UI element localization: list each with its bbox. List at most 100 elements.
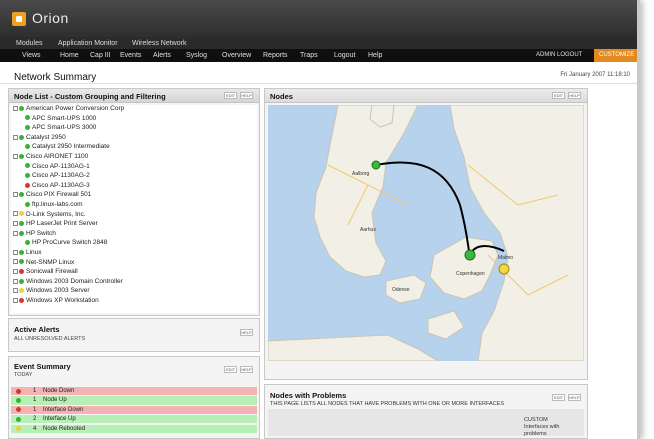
problems-footer: Interfaces with xyxy=(524,424,560,430)
expand-toggle-icon[interactable] xyxy=(13,134,18,140)
module-item[interactable]: Modules xyxy=(16,38,42,49)
edit-button[interactable]: EDIT xyxy=(224,366,237,373)
edit-button[interactable]: EDIT xyxy=(552,92,565,99)
tree-row-label[interactable]: HP LaserJet Print Server xyxy=(26,220,98,227)
tree-row-label[interactable]: D-Link Systems, Inc. xyxy=(26,211,86,218)
tree-row[interactable]: HP LaserJet Print Server xyxy=(11,220,257,229)
tree-row[interactable]: HP ProCurve Switch 2848 xyxy=(11,239,257,248)
map-canvas: Aalborg Copenhagen Malmo Odense Aarhus xyxy=(268,105,584,361)
tree-row-label[interactable]: HP Switch xyxy=(26,230,56,237)
help-button[interactable]: HELP xyxy=(568,394,581,401)
event-text[interactable]: Interface Up xyxy=(43,415,76,423)
help-button[interactable]: HELP xyxy=(240,92,253,99)
tree-row[interactable]: Windows 2003 Domain Controller xyxy=(11,278,257,287)
help-button[interactable]: HELP xyxy=(568,92,581,99)
expand-toggle-icon[interactable] xyxy=(13,249,18,255)
customize-button[interactable]: CUSTOMIZE xyxy=(594,49,637,62)
tree-row-label[interactable]: Cisco AP-1130AG-1 xyxy=(32,163,90,170)
tree-row[interactable]: Cisco AIRONET 1100 xyxy=(11,153,257,162)
tree-row-label[interactable]: APC Smart-UPS 1000 xyxy=(32,115,96,122)
nav-item[interactable]: Home xyxy=(60,49,79,62)
expand-toggle-icon[interactable] xyxy=(13,211,18,217)
app-window: Orion Modules Application Monitor Wirele… xyxy=(0,0,640,439)
tree-row[interactable]: Net-SNMP Linux xyxy=(11,259,257,268)
network-map[interactable]: Aalborg Copenhagen Malmo Odense Aarhus xyxy=(268,105,584,361)
expand-toggle-icon[interactable] xyxy=(13,230,18,236)
tree-row-label[interactable]: Sonicwall Firewall xyxy=(26,268,78,275)
city-label: Aalborg xyxy=(352,171,369,177)
event-row[interactable]: 4 Node Rebooted xyxy=(11,424,257,433)
active-alerts-title: Active Alerts xyxy=(14,325,60,334)
expand-toggle-icon[interactable] xyxy=(13,297,18,303)
nav-item[interactable]: Cap III xyxy=(90,49,111,62)
expand-toggle-icon[interactable] xyxy=(13,105,18,111)
tree-row-label[interactable]: Windows XP Workstation xyxy=(26,297,99,304)
tree-row[interactable]: ftp.linux-labs.com xyxy=(11,201,257,210)
tree-row[interactable]: D-Link Systems, Inc. xyxy=(11,211,257,220)
nav-item[interactable]: Events xyxy=(120,49,141,62)
tree-row-label[interactable]: Cisco AIRONET 1100 xyxy=(26,153,88,160)
tree-row[interactable]: APC Smart-UPS 1000 xyxy=(11,115,257,124)
tree-row-label[interactable]: Net-SNMP Linux xyxy=(26,259,74,266)
expand-toggle-icon[interactable] xyxy=(13,268,18,274)
nav-item[interactable]: Logout xyxy=(334,49,355,62)
tree-row[interactable]: Catalyst 2950 xyxy=(11,134,257,143)
tree-row[interactable]: Windows XP Workstation xyxy=(11,297,257,306)
nav-item[interactable]: Views xyxy=(22,49,41,62)
status-dot-icon xyxy=(19,268,24,274)
tree-row[interactable]: Cisco AP-1130AG-2 xyxy=(11,172,257,181)
event-row[interactable]: 1 Interface Down xyxy=(11,405,257,414)
module-item[interactable]: Wireless Network xyxy=(132,38,186,49)
tree-row-label[interactable]: Cisco PIX Firewall 501 xyxy=(26,191,91,198)
event-text[interactable]: Node Rebooted xyxy=(43,425,85,433)
event-text[interactable]: Node Down xyxy=(43,387,74,395)
tree-row-label[interactable]: Windows 2003 Domain Controller xyxy=(26,278,123,285)
nav-item[interactable]: Reports xyxy=(263,49,288,62)
tree-row-label[interactable]: Windows 2003 Server xyxy=(26,287,90,294)
tree-row[interactable]: Cisco PIX Firewall 501 xyxy=(11,191,257,200)
tree-row[interactable]: Windows 2003 Server xyxy=(11,287,257,296)
event-row[interactable]: 1 Node Up xyxy=(11,396,257,405)
edit-button[interactable]: EDIT xyxy=(224,92,237,99)
expand-toggle-icon[interactable] xyxy=(13,220,18,226)
nav-item[interactable]: Help xyxy=(368,49,382,62)
help-button[interactable]: HELP xyxy=(240,329,253,336)
event-row[interactable]: 2 Interface Up xyxy=(11,415,257,424)
nav-item[interactable]: Traps xyxy=(300,49,318,62)
module-item[interactable]: Application Monitor xyxy=(58,38,118,49)
tree-row-label[interactable]: ftp.linux-labs.com xyxy=(32,201,83,208)
tree-row[interactable]: Linux xyxy=(11,249,257,258)
tree-row[interactable]: American Power Conversion Corp xyxy=(11,105,257,114)
help-button[interactable]: HELP xyxy=(240,366,253,373)
nav-item[interactable]: Alerts xyxy=(153,49,171,62)
tree-row-label[interactable]: Catalyst 2950 Intermediate xyxy=(32,143,110,150)
tree-row-label[interactable]: Cisco AP-1130AG-2 xyxy=(32,172,90,179)
tree-row-label[interactable]: Cisco AP-1130AG-3 xyxy=(32,182,90,189)
expand-toggle-icon[interactable] xyxy=(13,192,18,198)
event-text[interactable]: Interface Down xyxy=(43,406,83,414)
expand-toggle-icon[interactable] xyxy=(13,153,18,159)
expand-toggle-icon[interactable] xyxy=(13,278,18,284)
event-text[interactable]: Node Up xyxy=(43,396,67,404)
event-row[interactable]: 1 Node Down xyxy=(11,387,257,396)
node-marker-green[interactable] xyxy=(371,160,381,170)
tree-row[interactable]: APC Smart-UPS 3000 xyxy=(11,124,257,133)
tree-row[interactable]: Catalyst 2950 Intermediate xyxy=(11,143,257,152)
node-marker-green[interactable] xyxy=(464,249,476,261)
node-marker-yellow[interactable] xyxy=(498,263,510,275)
tree-row[interactable]: Cisco AP-1130AG-1 xyxy=(11,163,257,172)
tree-row[interactable]: HP Switch xyxy=(11,230,257,239)
tree-row-label[interactable]: Catalyst 2950 xyxy=(26,134,66,141)
tree-row-label[interactable]: APC Smart-UPS 3000 xyxy=(32,124,96,131)
tree-row-label[interactable]: HP ProCurve Switch 2848 xyxy=(32,239,107,246)
expand-toggle-icon[interactable] xyxy=(13,259,18,265)
nav-item[interactable]: Syslog xyxy=(186,49,207,62)
edit-button[interactable]: EDIT xyxy=(552,394,565,401)
tree-row-label[interactable]: American Power Conversion Corp xyxy=(26,105,124,112)
tree-row-label[interactable]: Linux xyxy=(26,249,42,256)
nav-item[interactable]: Overview xyxy=(222,49,251,62)
event-count: 1 xyxy=(33,406,37,413)
expand-toggle-icon[interactable] xyxy=(13,288,18,294)
tree-row[interactable]: Cisco AP-1130AG-3 xyxy=(11,182,257,191)
tree-row[interactable]: Sonicwall Firewall xyxy=(11,268,257,277)
